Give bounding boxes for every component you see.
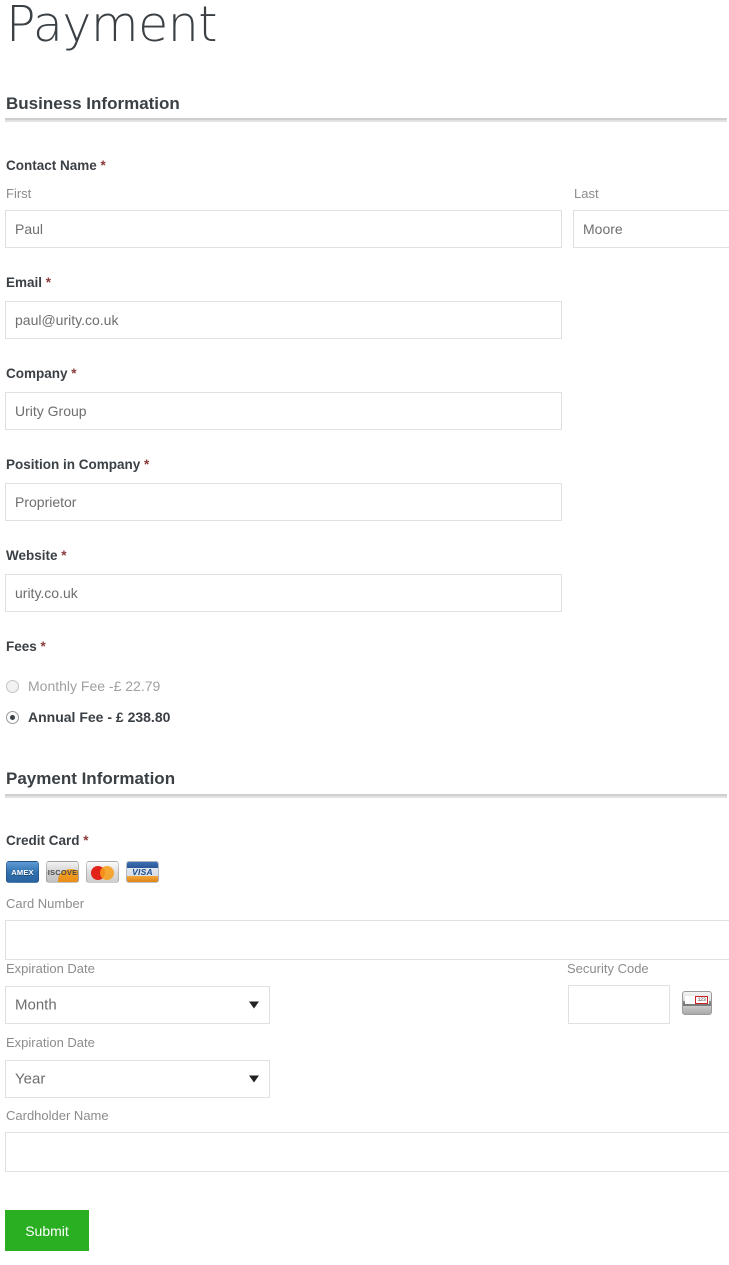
- contact-name-label-text: Contact Name: [6, 158, 97, 173]
- position-input[interactable]: [5, 483, 562, 521]
- discover-card-caption: DISCOVER: [47, 867, 78, 877]
- cvv-digits: 123: [697, 997, 706, 1003]
- submit-button[interactable]: Submit: [5, 1210, 89, 1251]
- chevron-down-icon[interactable]: [249, 1075, 259, 1083]
- page-title: Payment: [6, 0, 218, 53]
- position-label-text: Position in Company: [6, 457, 141, 472]
- company-label: Company *: [6, 366, 77, 381]
- cvv-digits-box: 123: [695, 996, 708, 1004]
- fee-option-annual-label: Annual Fee - £ 238.80: [28, 709, 171, 725]
- security-code-sublabel: Security Code: [567, 961, 649, 976]
- section-divider-payment: [5, 794, 727, 798]
- required-asterisk: *: [61, 548, 67, 563]
- credit-card-label: Credit Card *: [6, 833, 89, 848]
- card-number-input[interactable]: [5, 920, 729, 960]
- required-asterisk: *: [71, 366, 77, 381]
- contact-name-label: Contact Name *: [6, 158, 106, 173]
- required-asterisk: *: [40, 639, 46, 654]
- fee-option-annual[interactable]: Annual Fee - £ 238.80: [6, 709, 170, 725]
- fees-label-text: Fees: [6, 639, 37, 654]
- credit-card-label-text: Credit Card: [6, 833, 80, 848]
- fee-option-monthly[interactable]: Monthly Fee -£ 22.79: [6, 678, 160, 694]
- position-label: Position in Company *: [6, 457, 149, 472]
- visa-card-caption: VISA: [132, 867, 153, 877]
- fee-option-monthly-label: Monthly Fee -£ 22.79: [28, 678, 161, 694]
- mastercard-card-icon: [86, 861, 119, 883]
- last-name-input[interactable]: [573, 210, 729, 248]
- section-heading-business-information: Business Information: [6, 94, 180, 113]
- cvv-help-icon[interactable]: 123: [682, 991, 712, 1015]
- expiration-month-sublabel: Expiration Date: [6, 961, 95, 976]
- first-name-input[interactable]: [5, 210, 562, 248]
- amex-card-icon: AMEX: [6, 861, 39, 883]
- payment-form-page: Payment Business Information Contact Nam…: [0, 0, 729, 1265]
- expiration-year-value: Year: [15, 1070, 46, 1088]
- section-divider-business: [5, 118, 727, 122]
- mastercard-right-circle: [100, 866, 114, 880]
- company-input[interactable]: [5, 392, 562, 430]
- expiration-year-sublabel: Expiration Date: [6, 1035, 95, 1050]
- required-asterisk: *: [144, 457, 150, 472]
- expiration-year-select[interactable]: Year: [5, 1060, 270, 1098]
- fees-label: Fees *: [6, 639, 46, 654]
- email-label-text: Email: [6, 275, 43, 290]
- radio-icon-monthly[interactable]: [6, 679, 19, 693]
- card-number-sublabel: Card Number: [6, 896, 85, 911]
- discover-card-icon: DISCOVER: [46, 861, 79, 883]
- first-name-sublabel: First: [6, 186, 32, 201]
- security-code-input[interactable]: [568, 985, 670, 1024]
- required-asterisk: *: [83, 833, 89, 848]
- chevron-down-icon[interactable]: [249, 1001, 259, 1009]
- website-input[interactable]: [5, 574, 562, 612]
- cardholder-name-sublabel: Cardholder Name: [6, 1108, 109, 1123]
- cardholder-name-input[interactable]: [5, 1132, 729, 1172]
- last-name-sublabel: Last: [574, 186, 599, 201]
- amex-card-caption: AMEX: [11, 867, 34, 877]
- expiration-month-select[interactable]: Month: [5, 986, 270, 1024]
- company-label-text: Company: [6, 366, 68, 381]
- expiration-month-value: Month: [15, 996, 57, 1014]
- visa-card-icon: VISA: [126, 861, 159, 883]
- website-label-text: Website: [6, 548, 58, 563]
- required-asterisk: *: [45, 275, 52, 290]
- section-heading-payment-information: Payment Information: [6, 769, 176, 788]
- email-input[interactable]: [5, 301, 562, 339]
- radio-icon-annual[interactable]: [6, 710, 19, 724]
- accepted-cards-list: AMEX DISCOVER VISA: [6, 861, 159, 883]
- email-label: Email *: [6, 275, 51, 290]
- website-label: Website *: [6, 548, 67, 563]
- required-asterisk: *: [100, 158, 106, 173]
